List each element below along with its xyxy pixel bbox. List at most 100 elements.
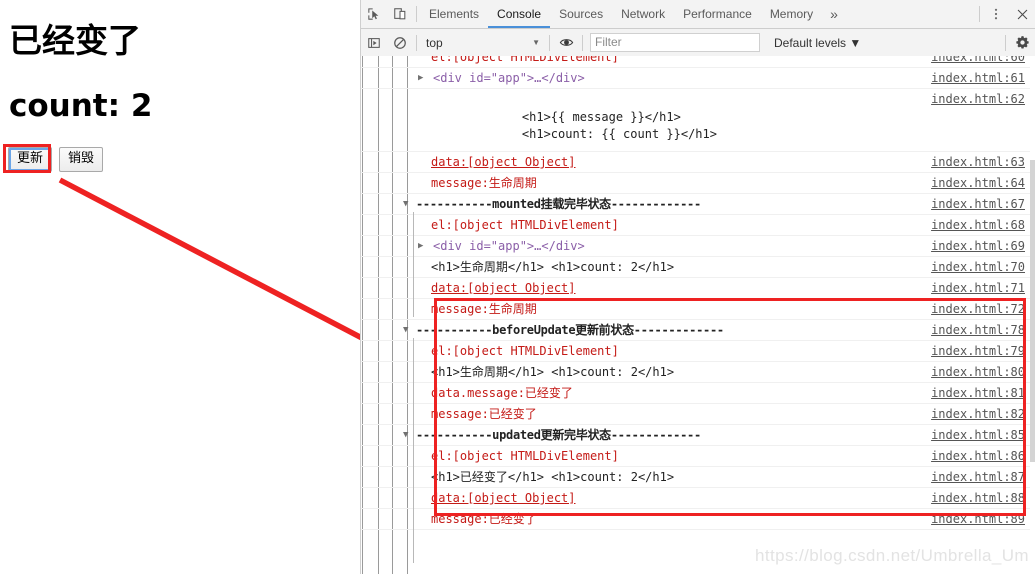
console-message-list[interactable]: el:[object HTMLDivElement] index.html:60 <…	[361, 56, 1035, 574]
console-row-text: el:[object HTMLDivElement]	[431, 449, 619, 463]
console-source-link[interactable]: index.html:67	[931, 196, 1025, 213]
page-heading-count: count: 2	[9, 88, 153, 124]
console-source-link[interactable]: index.html:89	[931, 511, 1025, 528]
console-row[interactable]: el:[object HTMLDivElement] index.html:68	[361, 215, 1035, 236]
console-row-text: message:生命周期	[431, 176, 537, 190]
console-row[interactable]: el:[object HTMLDivElement] index.html:79	[361, 341, 1035, 362]
console-row[interactable]: data:[object Object] index.html:71	[361, 278, 1035, 299]
device-toolbar-icon[interactable]	[387, 1, 413, 27]
console-row[interactable]: data.message:已经变了 index.html:81	[361, 383, 1035, 404]
console-row[interactable]: <h1>生命周期</h1> <h1>count: 2</h1> index.htm…	[361, 257, 1035, 278]
console-source-link[interactable]: index.html:86	[931, 448, 1025, 465]
console-source-link[interactable]: index.html:80	[931, 364, 1025, 381]
console-row[interactable]: el:[object HTMLDivElement] index.html:86	[361, 446, 1035, 467]
console-row[interactable]: data:[object Object] index.html:88	[361, 488, 1035, 509]
log-levels-select[interactable]: Default levels ▼	[774, 36, 861, 50]
group-indent-guide	[413, 443, 414, 563]
console-row[interactable]: -----------mounted挂载完毕状态------------- ind…	[361, 194, 1035, 215]
console-row[interactable]: message:生命周期 index.html:64	[361, 173, 1035, 194]
collapse-triangle-icon[interactable]	[403, 199, 408, 209]
toolbar-divider	[416, 6, 417, 22]
destroy-button[interactable]: 销毁	[59, 147, 104, 172]
console-row-text: -----------mounted挂载完毕状态-------------	[416, 197, 701, 211]
console-row[interactable]: message:已经变了 index.html:82	[361, 404, 1035, 425]
console-row[interactable]: <h1>已经变了</h1> <h1>count: 2</h1> index.htm…	[361, 467, 1035, 488]
console-row[interactable]: <h1>生命周期</h1> <h1>count: 2</h1> index.htm…	[361, 362, 1035, 383]
collapse-triangle-icon[interactable]	[403, 430, 408, 440]
inspect-element-icon[interactable]	[361, 1, 387, 27]
console-source-link[interactable]: index.html:81	[931, 385, 1025, 402]
chevron-down-icon: ▼	[532, 38, 540, 47]
console-source-link[interactable]: index.html:61	[931, 70, 1025, 87]
more-options-icon[interactable]	[983, 1, 1009, 27]
console-row-text: message:已经变了	[431, 512, 537, 526]
tab-elements[interactable]: Elements	[420, 1, 488, 28]
console-source-link[interactable]: index.html:62	[931, 91, 1025, 108]
console-row-text: <h1>生命周期</h1> <h1>count: 2</h1>	[431, 260, 675, 274]
console-row-text: <div id="app">…</div>	[433, 71, 585, 85]
execution-context-select[interactable]: top ▼	[420, 36, 546, 50]
update-button[interactable]: 更新	[8, 147, 53, 172]
collapse-triangle-icon[interactable]	[403, 325, 408, 335]
console-source-link[interactable]: index.html:71	[931, 280, 1025, 297]
console-row-text: el:[object HTMLDivElement]	[431, 218, 619, 232]
execution-context-value: top	[426, 35, 443, 50]
console-scrollbar[interactable]	[1030, 56, 1035, 574]
console-row-text: el:[object HTMLDivElement]	[431, 56, 619, 64]
console-source-link[interactable]: index.html:68	[931, 217, 1025, 234]
tab-sources[interactable]: Sources	[550, 1, 612, 28]
console-source-link[interactable]: index.html:85	[931, 427, 1025, 444]
log-levels-value: Default levels	[774, 35, 847, 50]
console-source-link[interactable]: index.html:79	[931, 343, 1025, 360]
console-row[interactable]: <h1>{{ message }}</h1> <h1>count: {{ cou…	[361, 89, 1035, 152]
console-row[interactable]: el:[object HTMLDivElement] index.html:60	[361, 56, 1035, 68]
console-row-text: el:[object HTMLDivElement]	[431, 344, 619, 358]
execute-sidebar-icon[interactable]	[361, 30, 387, 56]
console-row-text: <h1>生命周期</h1> <h1>count: 2</h1>	[431, 365, 675, 379]
console-source-link[interactable]: index.html:63	[931, 154, 1025, 171]
console-row[interactable]: message:已经变了 index.html:89	[361, 509, 1035, 530]
settings-gear-icon[interactable]	[1009, 30, 1035, 56]
console-source-link[interactable]: index.html:72	[931, 301, 1025, 318]
console-scrollbar-thumb[interactable]	[1030, 160, 1035, 462]
group-indent-guide	[413, 338, 414, 443]
devtools-panel: Elements Console Sources Network Perform…	[360, 0, 1035, 574]
page-button-row: 更新 销毁	[8, 147, 104, 172]
filterbar-divider-4	[1005, 34, 1006, 51]
console-row[interactable]: <div id="app">…</div> index.html:69	[361, 236, 1035, 257]
console-row[interactable]: message:生命周期 index.html:72	[361, 299, 1035, 320]
filter-input[interactable]: Filter	[590, 33, 760, 52]
screenshot-root: 已经变了 count: 2 更新 销毁 Elements Console Sou…	[0, 0, 1035, 574]
filterbar-divider-2	[549, 34, 550, 51]
console-source-link[interactable]: index.html:70	[931, 259, 1025, 276]
expand-triangle-icon[interactable]	[418, 73, 423, 83]
console-source-link[interactable]: index.html:87	[931, 469, 1025, 486]
console-source-link[interactable]: index.html:82	[931, 406, 1025, 423]
console-row-text: data:[object Object]	[431, 281, 576, 295]
console-source-link[interactable]: index.html:64	[931, 175, 1025, 192]
console-row-text: message:已经变了	[431, 407, 537, 421]
expand-triangle-icon[interactable]	[418, 241, 423, 251]
more-tabs-icon[interactable]: »	[822, 6, 846, 22]
console-row[interactable]: -----------updated更新完毕状态------------- ind…	[361, 425, 1035, 446]
console-source-link[interactable]: index.html:69	[931, 238, 1025, 255]
group-indent-guide	[413, 212, 414, 317]
devtools-tabbar: Elements Console Sources Network Perform…	[361, 0, 1035, 29]
tab-performance[interactable]: Performance	[674, 1, 761, 28]
console-row-text: <h1>已经变了</h1> <h1>count: 2</h1>	[431, 470, 675, 484]
page-heading-message: 已经变了	[9, 21, 141, 60]
tab-network[interactable]: Network	[612, 1, 674, 28]
console-source-link[interactable]: index.html:88	[931, 490, 1025, 507]
tab-console[interactable]: Console	[488, 1, 550, 28]
console-source-link[interactable]: index.html:78	[931, 322, 1025, 339]
console-sidebar-eye-icon[interactable]	[553, 30, 579, 56]
close-icon[interactable]	[1009, 1, 1035, 27]
clear-console-icon[interactable]	[387, 30, 413, 56]
tab-memory[interactable]: Memory	[761, 1, 822, 28]
console-row[interactable]: -----------beforeUpdate更新前状态------------…	[361, 320, 1035, 341]
console-source-link[interactable]: index.html:60	[931, 56, 1025, 66]
console-row[interactable]: data:[object Object] index.html:63	[361, 152, 1035, 173]
console-row[interactable]: <div id="app">…</div> index.html:61	[361, 68, 1035, 89]
console-row-text: <div id="app">…</div>	[433, 239, 585, 253]
filterbar-divider	[416, 34, 417, 51]
